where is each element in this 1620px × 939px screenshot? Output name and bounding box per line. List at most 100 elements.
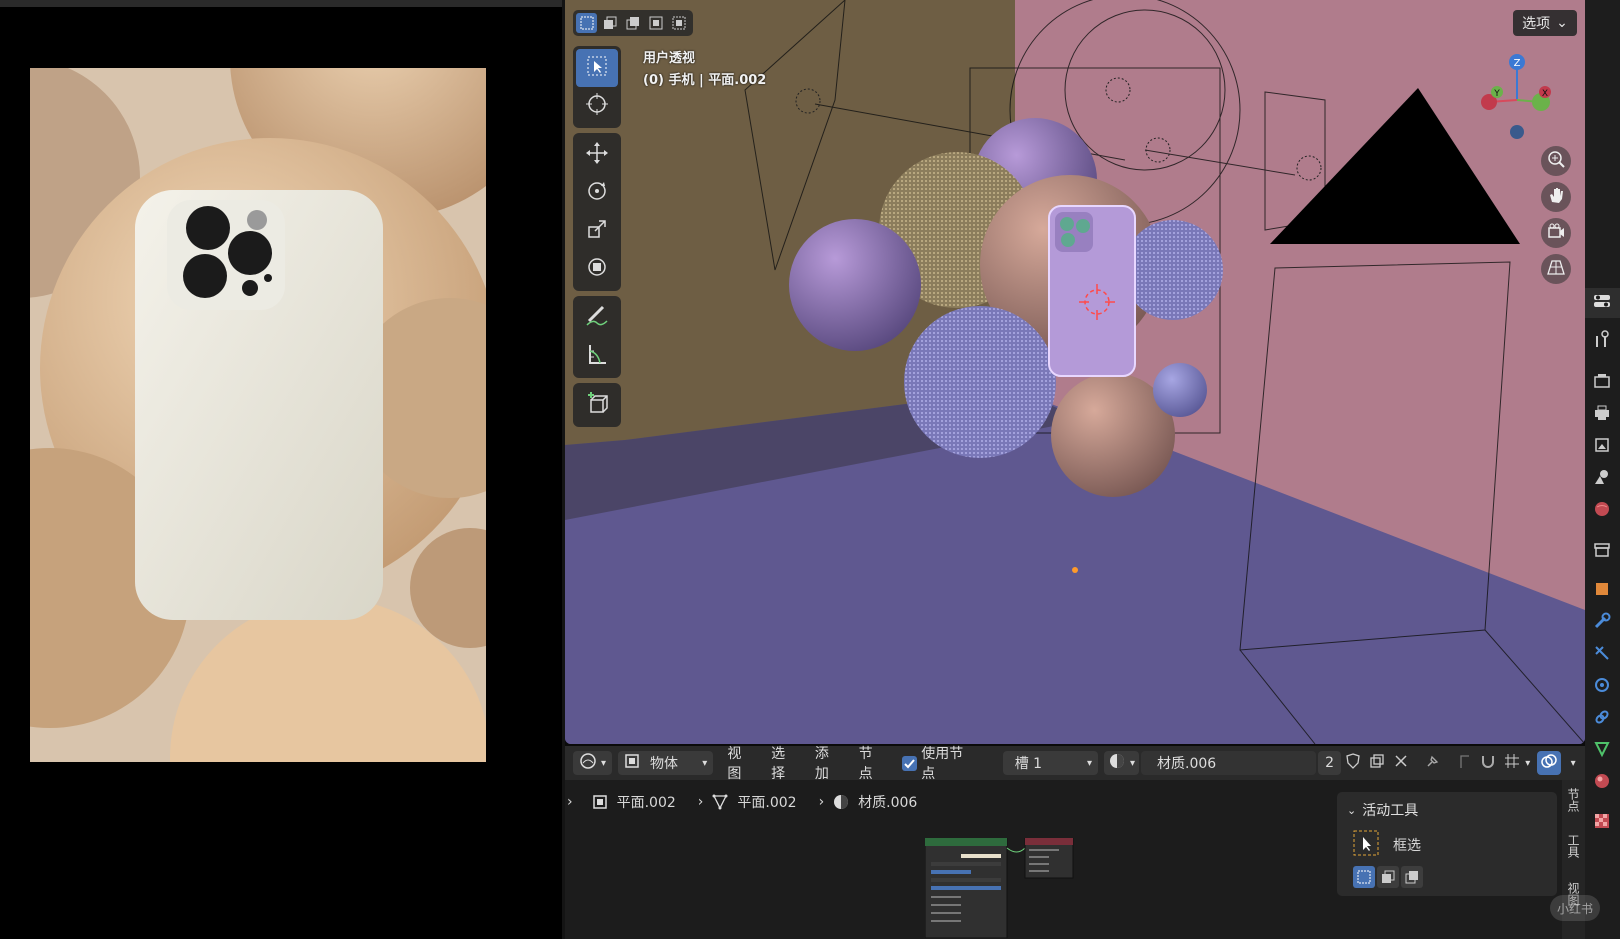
fake-user-button[interactable] bbox=[1341, 751, 1365, 775]
material-sphere-icon bbox=[1593, 772, 1611, 794]
material-tab[interactable] bbox=[1591, 772, 1613, 794]
crosshair-icon bbox=[586, 93, 608, 119]
selection-mode-group bbox=[573, 10, 693, 36]
active-tool-header[interactable]: ⌄ 活动工具 bbox=[1347, 800, 1418, 820]
particles-tab[interactable] bbox=[1591, 644, 1613, 666]
perspective-toggle-button[interactable] bbox=[1541, 254, 1571, 284]
camera-icon bbox=[1547, 222, 1565, 244]
breadcrumb-mesh[interactable]: 平面.002 bbox=[737, 792, 796, 812]
output-tab[interactable] bbox=[1591, 404, 1613, 426]
constraints-tab[interactable] bbox=[1591, 708, 1613, 730]
parent-node-tree-button[interactable] bbox=[1453, 751, 1477, 775]
node-editor-canvas[interactable]: › 平面.002 › 平面.002 › 材质.006 ⌄ 活动工具 框选 节点 … bbox=[565, 780, 1585, 939]
cursor-tool[interactable] bbox=[576, 87, 618, 125]
transform-tool[interactable] bbox=[576, 250, 618, 288]
select-intersect-mode-button[interactable] bbox=[669, 13, 690, 33]
object-square-icon bbox=[591, 793, 609, 811]
breadcrumb-material[interactable]: 材质.006 bbox=[858, 792, 917, 812]
navigation-gizmo[interactable]: Z Y X bbox=[1469, 52, 1565, 148]
select-new-mode-button[interactable] bbox=[576, 13, 598, 33]
viewport-scene[interactable] bbox=[565, 0, 1585, 744]
wrench-icon bbox=[1593, 612, 1611, 634]
annotate-tool[interactable] bbox=[576, 299, 618, 337]
physics-tab[interactable] bbox=[1591, 676, 1613, 698]
overlays-dropdown[interactable]: ▾ bbox=[1561, 751, 1585, 775]
3d-viewport[interactable]: 用户透视 (0) 手机 | 平面.002 选项 ⌄ Z Y X bbox=[565, 0, 1585, 744]
tool-tab[interactable] bbox=[1591, 330, 1613, 352]
select-extend-mode-button[interactable] bbox=[1377, 866, 1399, 888]
chevron-right-icon: › bbox=[818, 794, 825, 810]
select-new-mode-button[interactable] bbox=[1353, 866, 1375, 888]
object-mode-label: 物体 bbox=[650, 756, 679, 772]
material-sphere-icon bbox=[832, 793, 850, 811]
user-count-button[interactable]: 2 bbox=[1317, 751, 1342, 775]
measure-tool[interactable] bbox=[576, 337, 618, 375]
scene-tab[interactable] bbox=[1591, 468, 1613, 490]
active-tool-mode-group bbox=[1353, 866, 1423, 888]
select-subtract-mode-button[interactable] bbox=[1401, 866, 1423, 888]
object-mode-dropdown[interactable]: 物体 ▾ bbox=[618, 751, 714, 775]
object-tab[interactable] bbox=[1591, 580, 1613, 602]
active-tool-name: 框选 bbox=[1393, 838, 1421, 854]
snap-toggle-button[interactable] bbox=[1476, 751, 1500, 775]
breadcrumb-object[interactable]: 平面.002 bbox=[617, 792, 676, 812]
select-subtract-mode-button[interactable] bbox=[622, 13, 643, 33]
checker-icon bbox=[1593, 812, 1611, 834]
select-box-tool[interactable] bbox=[576, 49, 618, 87]
snap-mode-dropdown[interactable]: ▾ bbox=[1500, 751, 1533, 775]
unlink-material-button[interactable] bbox=[1389, 751, 1413, 775]
chevron-down-icon: ▾ bbox=[1570, 757, 1576, 769]
modifiers-tab[interactable] bbox=[1591, 612, 1613, 634]
object-square-icon bbox=[624, 753, 640, 773]
pan-button[interactable] bbox=[1541, 182, 1571, 212]
menu-node[interactable]: 节点 bbox=[851, 743, 895, 783]
add-cube-tool[interactable] bbox=[576, 386, 618, 424]
menu-add[interactable]: 添加 bbox=[807, 743, 851, 783]
scale-tool[interactable] bbox=[576, 212, 618, 250]
select-invert-mode-button[interactable] bbox=[646, 13, 667, 33]
image-stack-icon bbox=[1593, 436, 1611, 458]
sidebar-tab-node[interactable]: 节点 bbox=[1565, 788, 1582, 812]
active-tool-row: 框选 bbox=[1353, 830, 1421, 860]
material-slot-dropdown[interactable]: 槽 1 ▾ bbox=[1002, 751, 1099, 775]
rotate-icon bbox=[586, 180, 608, 206]
properties-tab-strip bbox=[1585, 0, 1620, 939]
overlay-circles-icon bbox=[1540, 752, 1558, 774]
view-layer-tab[interactable] bbox=[1591, 436, 1613, 458]
texture-tab[interactable] bbox=[1591, 812, 1613, 834]
select-extend-mode-button[interactable] bbox=[599, 13, 620, 33]
material-name-field[interactable]: 材质.006 bbox=[1141, 751, 1316, 775]
move-tool[interactable] bbox=[576, 136, 618, 174]
reference-image-panel bbox=[0, 0, 562, 939]
mesh-triangle-icon bbox=[1593, 740, 1611, 762]
world-tab[interactable] bbox=[1591, 500, 1613, 522]
overlays-toggle[interactable] bbox=[1537, 751, 1562, 775]
node-graph[interactable] bbox=[925, 838, 1085, 938]
zoom-magnifier-icon bbox=[1547, 150, 1565, 172]
chevron-down-icon: ▾ bbox=[702, 757, 708, 769]
chevron-down-icon: ▾ bbox=[1130, 757, 1136, 769]
render-tab[interactable] bbox=[1591, 372, 1613, 394]
chain-link-icon bbox=[1593, 708, 1611, 730]
breadcrumb: › 平面.002 › 平面.002 › 材质.006 bbox=[565, 790, 917, 814]
pin-button[interactable] bbox=[1421, 751, 1445, 775]
menu-view[interactable]: 视图 bbox=[719, 743, 763, 783]
menu-select[interactable]: 选择 bbox=[763, 743, 807, 783]
sidebar-tab-tool[interactable]: 工具 bbox=[1565, 834, 1582, 858]
editor-type-dropdown[interactable]: ▾ bbox=[573, 751, 613, 775]
zoom-button[interactable] bbox=[1541, 146, 1571, 176]
node-editor-icon bbox=[579, 752, 597, 774]
camera-view-button[interactable] bbox=[1541, 218, 1571, 248]
tool-settings-tab[interactable] bbox=[1591, 292, 1613, 314]
pencil-icon bbox=[585, 305, 609, 331]
use-nodes-toggle[interactable]: 使用节点 bbox=[894, 743, 984, 783]
collection-tab[interactable] bbox=[1591, 540, 1613, 562]
arrow-up-icon bbox=[1457, 753, 1473, 773]
browse-material-button[interactable]: ▾ bbox=[1104, 751, 1140, 775]
duplicate-material-button[interactable] bbox=[1365, 751, 1389, 775]
add-cube-icon bbox=[585, 391, 609, 419]
data-tab[interactable] bbox=[1591, 740, 1613, 762]
options-dropdown[interactable]: 选项 ⌄ bbox=[1513, 10, 1577, 36]
material-name: 材质.006 bbox=[1157, 756, 1217, 772]
rotate-tool[interactable] bbox=[576, 174, 618, 212]
